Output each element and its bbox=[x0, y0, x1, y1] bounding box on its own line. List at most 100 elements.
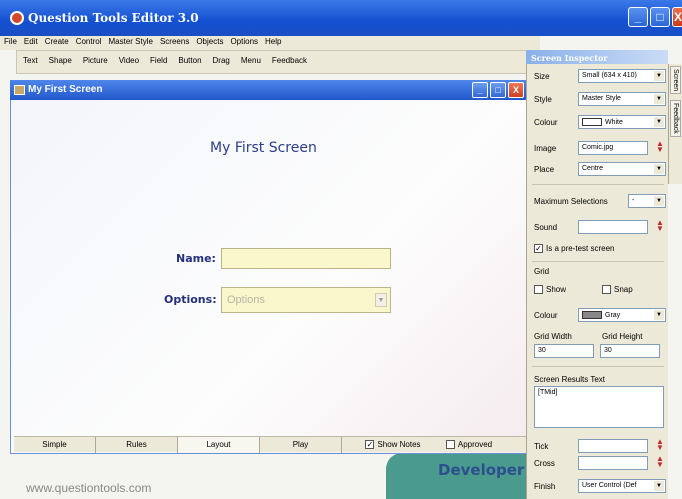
style-select[interactable]: Master Style ▼ bbox=[578, 92, 666, 106]
menu-create[interactable]: Create bbox=[41, 36, 72, 46]
size-label: Size bbox=[534, 72, 550, 81]
grid-colour-value: Gray bbox=[605, 311, 621, 319]
tab-play[interactable]: Play bbox=[260, 437, 342, 453]
app-icon bbox=[10, 11, 24, 25]
menu-control[interactable]: Control bbox=[72, 36, 105, 46]
toolbar-button[interactable]: Button bbox=[172, 51, 206, 65]
grid-snap-label: Snap bbox=[614, 285, 633, 294]
grid-label: Grid bbox=[534, 267, 550, 276]
toolbar-feedback[interactable]: Feedback bbox=[266, 51, 312, 65]
website-url: www.questiontools.com bbox=[26, 481, 152, 495]
approved-label: Approved bbox=[457, 440, 493, 449]
side-tab-screen[interactable]: Screen bbox=[670, 66, 681, 95]
chevron-down-icon: ▼ bbox=[654, 196, 664, 206]
tick-label: Tick bbox=[534, 442, 549, 451]
menu-screens[interactable]: Screens bbox=[156, 36, 192, 46]
colour-label: Colour bbox=[534, 118, 558, 127]
toolbar-drag[interactable]: Drag bbox=[207, 51, 235, 65]
screen-minimize-button[interactable]: _ bbox=[472, 82, 488, 98]
grid-show-checkbox[interactable]: Show bbox=[534, 285, 567, 295]
toolbar-field[interactable]: Field bbox=[144, 51, 172, 65]
checkbox-empty-icon bbox=[602, 285, 611, 295]
options-dropdown[interactable]: Options ▼ bbox=[221, 287, 391, 313]
screen-window-title-bar: My First Screen _ □ X bbox=[10, 80, 528, 100]
finish-label: Finish bbox=[534, 482, 556, 491]
image-label: Image bbox=[534, 144, 557, 153]
minimize-button[interactable]: _ bbox=[628, 7, 648, 27]
size-value: Small (634 x 410) bbox=[582, 72, 637, 79]
place-select[interactable]: Centre ▼ bbox=[578, 162, 666, 176]
screen-heading: My First Screen bbox=[210, 140, 317, 156]
toolbar-picture[interactable]: Picture bbox=[77, 51, 113, 65]
colour-select[interactable]: White ▼ bbox=[578, 115, 666, 129]
toolbar-text[interactable]: Text bbox=[17, 51, 43, 65]
spin-arrows-icon[interactable]: ▲ ▼ bbox=[656, 219, 664, 233]
sound-label: Sound bbox=[534, 223, 558, 232]
spin-arrows-icon[interactable]: ▲ ▼ bbox=[656, 438, 664, 452]
toolbar-menu[interactable]: Menu bbox=[235, 51, 266, 65]
grid-width-label: Grid Width bbox=[534, 332, 572, 341]
cross-label: Cross bbox=[534, 459, 555, 468]
maximize-button[interactable]: □ bbox=[650, 7, 670, 27]
screen-maximize-button[interactable]: □ bbox=[490, 82, 506, 98]
grid-show-label: Show bbox=[546, 285, 567, 294]
menu-master-style[interactable]: Master Style bbox=[105, 36, 156, 46]
place-value: Centre bbox=[582, 165, 604, 172]
style-value: Master Style bbox=[582, 95, 621, 102]
screen-icon bbox=[14, 85, 25, 95]
grid-width-field[interactable]: 30 bbox=[534, 344, 594, 358]
chevron-down-icon: ▼ bbox=[654, 164, 664, 174]
screen-close-button[interactable]: X bbox=[508, 82, 524, 98]
name-label: Name: bbox=[176, 252, 216, 265]
menu-options[interactable]: Options bbox=[226, 36, 261, 46]
sound-field[interactable] bbox=[578, 220, 648, 234]
tick-field[interactable] bbox=[578, 439, 648, 453]
chevron-down-icon: ▼ bbox=[654, 71, 664, 81]
name-field[interactable] bbox=[221, 248, 391, 269]
spin-arrows-icon[interactable]: ▲ ▼ bbox=[656, 140, 664, 154]
tab-layout[interactable]: Layout bbox=[178, 437, 260, 453]
toolbar-video[interactable]: Video bbox=[113, 51, 144, 65]
menu-objects[interactable]: Objects bbox=[192, 36, 226, 46]
divider bbox=[532, 184, 664, 185]
pretest-checkbox[interactable]: ✓ Is a pre-test screen bbox=[534, 244, 614, 254]
results-text-area[interactable]: [TMid] bbox=[534, 386, 664, 428]
max-selections-select[interactable]: - ▼ bbox=[628, 194, 666, 208]
options-label: Options: bbox=[164, 293, 217, 306]
checkmark-icon: ✓ bbox=[534, 244, 543, 254]
max-selections-value: - bbox=[632, 197, 635, 204]
menu-file[interactable]: File bbox=[0, 36, 20, 46]
grid-width-value: 30 bbox=[538, 347, 546, 354]
size-select[interactable]: Small (634 x 410) ▼ bbox=[578, 69, 666, 83]
finish-select[interactable]: User Control (Def ▼ bbox=[578, 479, 666, 493]
menu-help[interactable]: Help bbox=[261, 36, 284, 46]
tab-simple[interactable]: Simple bbox=[14, 437, 96, 453]
grid-snap-checkbox[interactable]: Snap bbox=[602, 285, 633, 295]
grid-colour-select[interactable]: Gray ▼ bbox=[578, 308, 666, 322]
cross-field[interactable] bbox=[578, 456, 648, 470]
chevron-down-icon: ▼ bbox=[654, 117, 664, 127]
grid-colour-swatch bbox=[582, 311, 602, 319]
image-field[interactable]: Comic.jpg bbox=[578, 141, 648, 155]
colour-value: White bbox=[605, 118, 623, 126]
image-value: Comic.jpg bbox=[582, 144, 614, 151]
show-notes-checkbox[interactable]: ✓ Show Notes bbox=[354, 437, 432, 453]
toolbar-shape[interactable]: Shape bbox=[43, 51, 77, 65]
grid-height-label: Grid Height bbox=[602, 332, 643, 341]
results-text-value: [TMid] bbox=[538, 389, 558, 396]
finish-value: User Control (Def bbox=[582, 482, 637, 489]
close-button[interactable]: X bbox=[672, 7, 682, 27]
divider bbox=[532, 366, 664, 367]
approved-checkbox[interactable]: Approved bbox=[434, 437, 504, 453]
max-selections-label: Maximum Selections bbox=[534, 197, 608, 206]
side-tab-feedback[interactable]: Feedback bbox=[670, 100, 681, 137]
divider bbox=[532, 261, 664, 262]
spin-arrows-icon[interactable]: ▲ ▼ bbox=[656, 455, 664, 469]
grid-height-value: 30 bbox=[604, 347, 612, 354]
grid-colour-label: Colour bbox=[534, 311, 558, 320]
show-notes-label: Show Notes bbox=[377, 440, 421, 449]
results-text-label: Screen Results Text bbox=[534, 375, 605, 384]
menu-edit[interactable]: Edit bbox=[20, 36, 41, 46]
tab-rules[interactable]: Rules bbox=[96, 437, 178, 453]
grid-height-field[interactable]: 30 bbox=[600, 344, 660, 358]
